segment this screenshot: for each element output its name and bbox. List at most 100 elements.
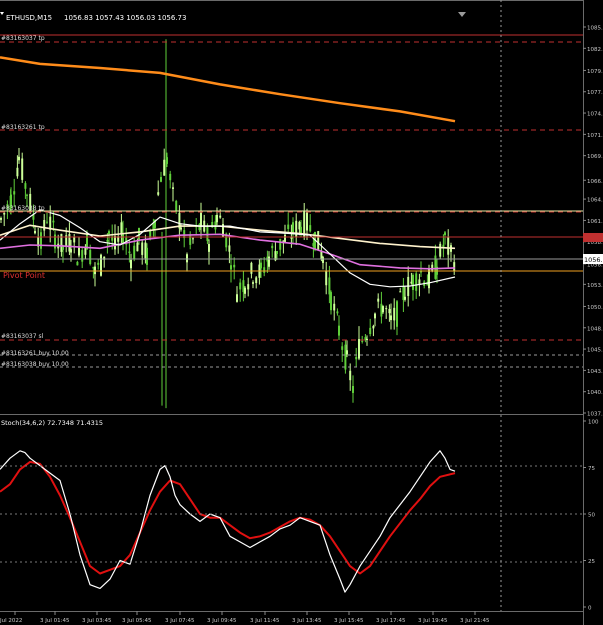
- order-label: #83163038 buy 10.00: [1, 361, 69, 368]
- indicator-tick-label: 75: [588, 466, 595, 472]
- candle-body: [341, 346, 344, 350]
- time-tick-label: 3 Jul 05:45: [122, 618, 152, 624]
- candle-body: [108, 231, 110, 234]
- candle-body: [447, 237, 450, 255]
- candle-body: [106, 240, 109, 242]
- candle-body: [284, 234, 286, 242]
- candle-body: [279, 239, 282, 250]
- candle-body: [355, 356, 358, 360]
- candle-body: [276, 250, 278, 254]
- price-tick-label: 1082.4: [587, 47, 603, 53]
- time-tick-label: 3 Jul 01:45: [40, 618, 70, 624]
- candle-body: [260, 262, 262, 269]
- candle-body: [136, 242, 139, 252]
- candle-body: [444, 232, 446, 236]
- candle-body: [412, 274, 414, 290]
- ohlc-values: 1056.83 1057.43 1056.03 1056.73: [64, 14, 186, 22]
- price-tick-label: 1085.0: [587, 26, 603, 32]
- candle-body: [268, 256, 270, 267]
- candle-body: [263, 267, 266, 273]
- candle-body: [81, 250, 84, 262]
- candle-body: [244, 287, 246, 294]
- candle-body: [230, 265, 232, 270]
- candle-body: [287, 224, 290, 229]
- candle-body: [295, 220, 298, 238]
- candle-body: [128, 251, 131, 254]
- candle-body: [418, 279, 421, 285]
- candle-body: [336, 311, 339, 314]
- candle-body: [160, 177, 162, 182]
- candle-body: [97, 262, 100, 265]
- time-tick-label: 3 Jul 03:45: [82, 618, 112, 624]
- candle-body: [255, 277, 258, 284]
- candle-body: [369, 327, 372, 335]
- candle-body: [169, 173, 172, 181]
- candle-body: [21, 158, 24, 180]
- candle-body: [439, 243, 442, 257]
- candle-body: [349, 370, 352, 381]
- order-label: #83163261 buy 10.00: [1, 350, 69, 357]
- time-tick-label: 3 Jul 13:45: [292, 618, 322, 624]
- order-label: #83163037 tp: [1, 35, 45, 42]
- candle-body: [338, 325, 340, 336]
- candle-body: [0, 217, 2, 220]
- indicator-tick-label: 0: [588, 606, 592, 612]
- candle-body: [219, 215, 222, 218]
- candle-body: [89, 249, 92, 265]
- time-tick-label: Jul 2022: [0, 618, 22, 624]
- candle-body: [399, 291, 402, 293]
- price-tick-label: 1071.9: [587, 133, 603, 139]
- candle-body: [175, 200, 178, 212]
- candle-body: [73, 236, 76, 243]
- candle-body: [317, 231, 320, 250]
- candle-body: [352, 385, 354, 393]
- candle-body: [200, 212, 202, 227]
- candle-body: [372, 325, 375, 329]
- candle-body: [43, 220, 46, 231]
- candle-body: [393, 307, 396, 321]
- candle-body: [453, 262, 456, 271]
- candle-body: [415, 273, 418, 291]
- candle-body: [94, 266, 96, 275]
- candle-body: [76, 261, 79, 266]
- current-price-value: 1056.7: [584, 256, 603, 264]
- time-tick-label: 3 Jul 19:45: [418, 618, 448, 624]
- candle-body: [239, 282, 242, 290]
- price-tick-label: 1050.9: [587, 305, 603, 311]
- candle-body: [309, 225, 312, 232]
- order-label: #83163261 tp: [1, 124, 45, 131]
- candle-body: [306, 211, 308, 231]
- time-tick-label: 3 Jul 17:45: [376, 618, 406, 624]
- candle-body: [374, 313, 376, 319]
- candle-body: [3, 212, 6, 215]
- candle-body: [122, 233, 124, 244]
- price-tick-label: 1040.5: [587, 390, 603, 396]
- order-label: #83163038 tp: [1, 205, 45, 212]
- candle-body: [328, 277, 331, 295]
- price-tick-label: 1074.5: [587, 112, 603, 118]
- indicator-tick-label: 50: [588, 513, 595, 519]
- candle-body: [252, 282, 254, 284]
- candle-body: [46, 221, 48, 223]
- candle-body: [114, 236, 116, 250]
- candle-body: [325, 271, 328, 286]
- trading-chart[interactable]: 1085.0 1082.4 1079.7 1077.1 1074.5 1071.9 1069…: [0, 0, 603, 625]
- candle-body: [404, 296, 406, 300]
- candle-body: [361, 340, 364, 342]
- candle-body: [141, 242, 144, 255]
- indicator-tick-label: 25: [588, 559, 595, 565]
- time-tick-label: 3 Jul 11:45: [250, 618, 280, 624]
- candle-body: [250, 262, 253, 274]
- candle-body: [344, 344, 347, 370]
- time-tick-label: 3 Jul 15:45: [334, 618, 364, 624]
- candle-body: [157, 192, 160, 195]
- candle-body: [333, 303, 336, 311]
- candle-body: [18, 156, 20, 161]
- candle-body: [396, 301, 398, 327]
- order-label: #83163037 sl: [1, 333, 44, 340]
- candle-body: [442, 244, 445, 248]
- candle-body: [100, 254, 102, 276]
- price-tick-label: 1077.1: [587, 90, 603, 96]
- candle-body: [120, 222, 123, 234]
- candle-body: [192, 238, 194, 240]
